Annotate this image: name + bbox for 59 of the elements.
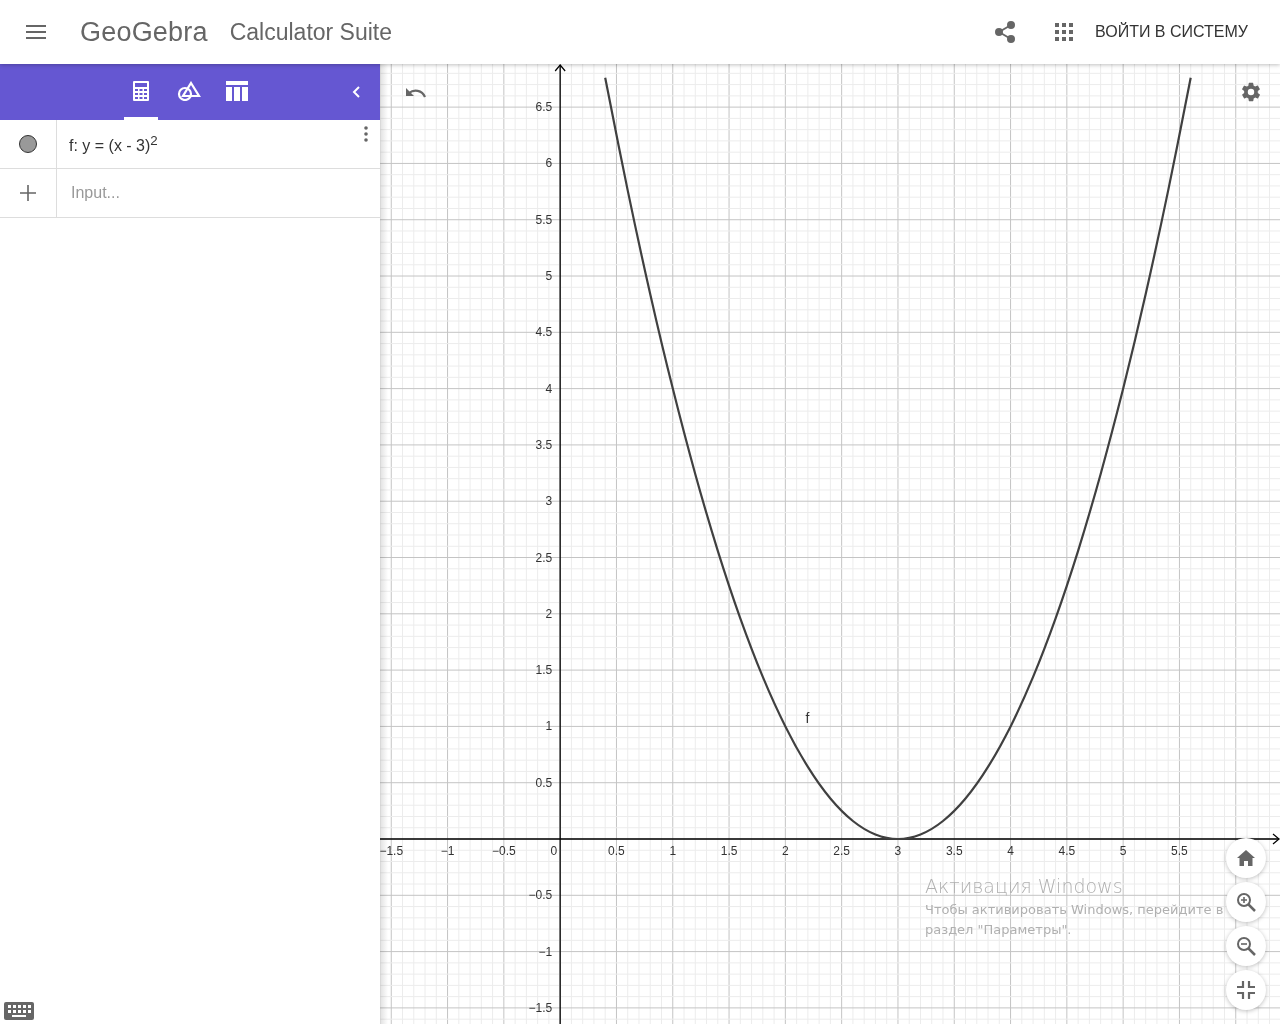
x-tick-label: 0 (550, 844, 558, 858)
x-tick-label: 3.5 (945, 844, 963, 858)
x-tick-label: −1.5 (380, 844, 404, 858)
y-tick-label: 5 (545, 269, 553, 283)
x-tick-label: 1.5 (720, 844, 738, 858)
x-tick-label: 5.5 (1171, 844, 1188, 858)
calculator-icon (133, 80, 149, 101)
y-tick-label: 1.5 (535, 663, 553, 678)
y-tick-label: −1 (538, 944, 553, 959)
x-tick-label: 2.5 (833, 844, 850, 858)
y-tick-label: −1.5 (528, 1000, 553, 1015)
x-tick-label: −0.5 (492, 844, 516, 858)
zoom-out-icon (1236, 936, 1256, 956)
app-title: Calculator Suite (229, 18, 393, 46)
collapse-chevron-icon[interactable] (352, 86, 360, 98)
fit-view-button[interactable] (1226, 970, 1266, 1010)
activation-title: Активация Windows (925, 875, 1124, 897)
y-tick-label: 4.5 (535, 325, 553, 340)
y-tick-label: 0.5 (535, 775, 553, 790)
x-tick-label: 4 (1007, 844, 1014, 858)
y-tick-label: 2 (545, 606, 553, 621)
table-icon (226, 80, 248, 101)
home-button[interactable] (1226, 838, 1266, 878)
y-tick-label: 3.5 (535, 437, 553, 452)
menu-icon[interactable] (26, 25, 46, 39)
plus-icon[interactable] (20, 185, 36, 201)
zoom-in-button[interactable] (1226, 882, 1266, 922)
y-tick-label: 5.5 (535, 212, 553, 227)
activation-message: Чтобы активировать Windows, перейдите в раздел "Параметры". (925, 901, 1225, 939)
curve-label: f (805, 710, 810, 727)
visibility-toggle[interactable] (19, 135, 37, 153)
x-tick-label: 0.5 (608, 844, 625, 858)
keyboard-icon[interactable] (4, 1002, 34, 1020)
settings-icon[interactable] (1240, 81, 1262, 103)
y-tick-label: 4 (545, 381, 553, 396)
x-tick-label: 3 (894, 844, 902, 858)
circle-triangle-icon (177, 80, 201, 101)
undo-icon[interactable] (405, 86, 427, 98)
algebra-definition[interactable]: f: y = (x - 3)$^{2}$ (69, 132, 158, 156)
x-tick-label: 5 (1119, 844, 1127, 858)
zoom-out-button[interactable] (1226, 926, 1266, 966)
share-icon[interactable] (995, 21, 1016, 43)
y-tick-label: 1 (545, 719, 553, 734)
sign-in-button[interactable]: ВОЙТИ В СИСТЕМУ (1095, 15, 1248, 49)
home-icon (1237, 850, 1255, 866)
apps-grid-icon[interactable] (1055, 23, 1074, 41)
x-tick-label: 2 (782, 844, 789, 858)
app-logo: GeoGebra (80, 16, 208, 48)
y-tick-label: 3 (545, 494, 553, 509)
y-tick-label: 2.5 (535, 550, 553, 565)
y-tick-label: 6 (545, 156, 553, 171)
zoom-in-icon (1236, 892, 1256, 912)
x-tick-label: 1 (669, 844, 677, 858)
fit-view-icon (1237, 981, 1255, 999)
x-tick-label: −1 (440, 844, 455, 858)
y-tick-label: 6.5 (535, 100, 553, 115)
x-tick-label: 4.5 (1058, 844, 1076, 858)
more-options-icon[interactable] (364, 126, 368, 142)
y-tick-label: −0.5 (528, 888, 553, 903)
